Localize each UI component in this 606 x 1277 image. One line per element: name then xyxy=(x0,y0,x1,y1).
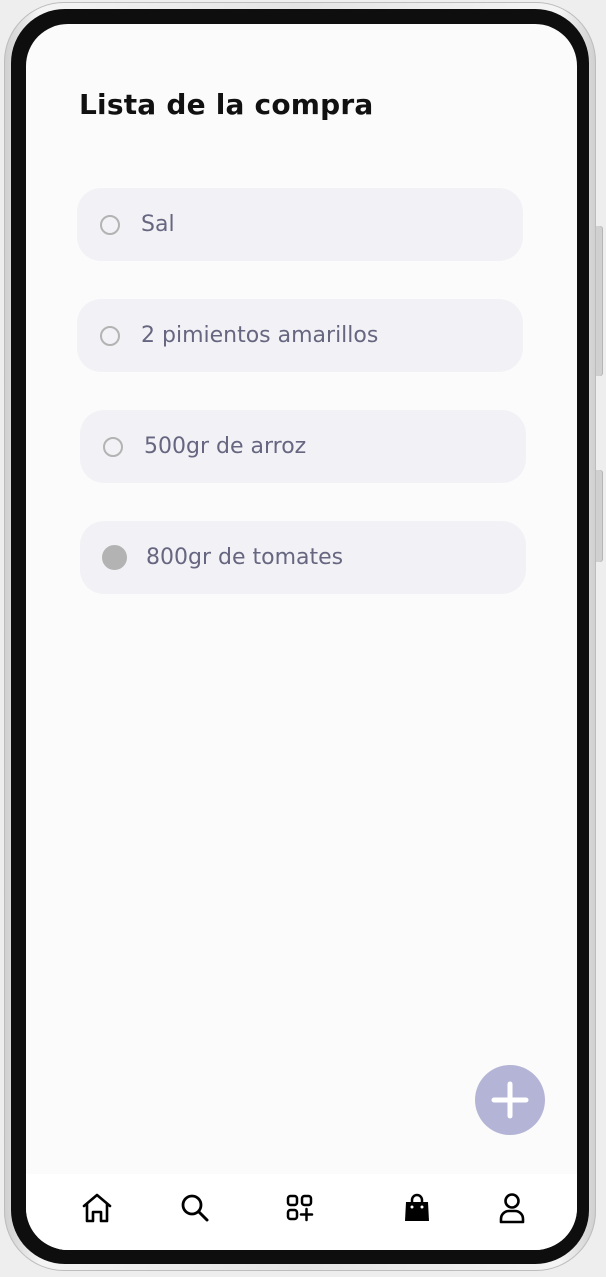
apps-add-icon xyxy=(286,1194,314,1222)
list-item-label: 2 pimientos amarillos xyxy=(141,323,379,348)
nav-home-button[interactable] xyxy=(79,1190,115,1226)
list-item[interactable]: 500gr de arroz xyxy=(80,410,526,483)
add-item-button[interactable] xyxy=(475,1065,545,1135)
page-title: Lista de la compra xyxy=(79,88,374,121)
bottom-navigation xyxy=(26,1174,577,1250)
list-item[interactable]: 2 pimientos amarillos xyxy=(77,299,523,372)
shopping-bag-icon xyxy=(405,1193,429,1221)
list-item[interactable]: Sal xyxy=(77,188,523,261)
nav-apps-button[interactable] xyxy=(282,1190,318,1226)
list-item-label: 800gr de tomates xyxy=(146,545,344,570)
checkbox-radio[interactable] xyxy=(100,325,120,346)
nav-profile-button[interactable] xyxy=(494,1190,530,1226)
checkbox-radio[interactable] xyxy=(100,214,120,235)
app-screen: Lista de la compra Sal 2 pimientos amari… xyxy=(26,24,577,1250)
plus-icon xyxy=(491,1081,529,1119)
phone-side-button xyxy=(596,470,603,562)
nav-search-button[interactable] xyxy=(177,1190,213,1226)
list-item-label: 500gr de arroz xyxy=(144,434,307,459)
user-icon xyxy=(499,1193,525,1224)
home-icon xyxy=(82,1193,112,1223)
search-icon xyxy=(181,1194,209,1222)
phone-side-button xyxy=(596,226,603,376)
checkbox-radio[interactable] xyxy=(103,436,123,457)
list-item-label: Sal xyxy=(141,212,175,237)
list-item[interactable]: 800gr de tomates xyxy=(80,521,526,594)
nav-shopping-button[interactable] xyxy=(399,1190,435,1226)
checkbox-radio-checked[interactable] xyxy=(102,545,127,570)
